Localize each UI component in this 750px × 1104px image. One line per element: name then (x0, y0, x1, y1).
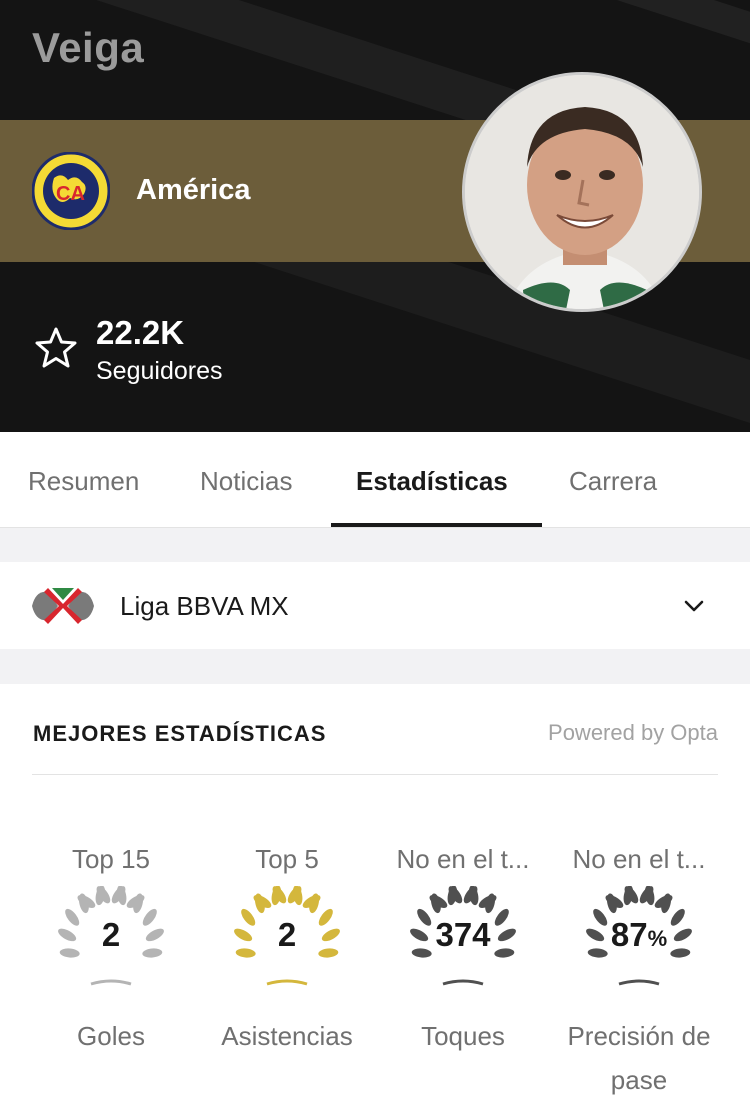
stat-label: Goles (77, 1021, 145, 1051)
active-tab-indicator (331, 523, 542, 527)
divider (32, 774, 718, 775)
stat-label: Asistencias (221, 1021, 353, 1051)
stat-label: Toques (421, 1021, 505, 1051)
follow-star-icon[interactable] (34, 326, 78, 370)
powered-by-opta[interactable]: Powered by Opta (548, 720, 718, 746)
team-logo-icon[interactable]: CA (32, 152, 110, 230)
stat-asistencias[interactable]: Top 5 2 Asistencias (202, 844, 372, 1058)
followers-count: 22.2K (96, 314, 185, 351)
liga-mx-logo-icon (32, 588, 94, 624)
stat-rank: No en el t... (396, 844, 530, 874)
stat-label: Precisión de pase (567, 1021, 711, 1095)
stat-toques[interactable]: No en el t... 374 Toques (378, 844, 548, 1058)
team-name[interactable]: América (136, 174, 250, 207)
laurel-wreath-icon: 2 (227, 886, 347, 996)
tab-estadisticas[interactable]: Estadísticas (356, 466, 508, 497)
league-name: Liga BBVA MX (120, 591, 289, 621)
tab-resumen[interactable]: Resumen (28, 466, 139, 497)
svg-text:CA: CA (56, 183, 85, 205)
player-avatar (462, 72, 702, 312)
tab-carrera[interactable]: Carrera (569, 466, 657, 497)
stat-value: 374 (435, 916, 491, 953)
stat-value: 2 (101, 916, 121, 953)
followers-label: Seguidores (96, 357, 223, 385)
stat-value: 87% (610, 916, 668, 953)
league-selector[interactable]: Liga BBVA MX (0, 562, 750, 649)
tab-noticias[interactable]: Noticias (200, 466, 292, 497)
stat-goles[interactable]: Top 15 2 Goles (26, 844, 196, 1058)
laurel-wreath-icon: 87% (579, 886, 699, 996)
stat-rank: Top 15 (71, 844, 151, 874)
stat-rank: Top 5 (255, 844, 319, 874)
stat-rank: No en el t... (572, 844, 706, 874)
top-stats-card: MEJORES ESTADÍSTICAS Powered by Opta Top… (0, 684, 750, 1104)
tab-bar: Resumen Noticias Estadísticas Carrera (0, 432, 750, 528)
laurel-wreath-icon: 374 (403, 886, 523, 996)
stat-value: 2 (277, 916, 297, 953)
card-title: MEJORES ESTADÍSTICAS (33, 721, 327, 746)
player-header: Veiga CA América 22.2K Seguidores (0, 0, 750, 432)
player-name: Veiga (32, 24, 145, 71)
laurel-wreath-icon: 2 (51, 886, 171, 996)
stat-precision-de-pase[interactable]: No en el t... 87% Precisión de pase (554, 844, 724, 1102)
chevron-down-icon[interactable] (682, 596, 706, 616)
